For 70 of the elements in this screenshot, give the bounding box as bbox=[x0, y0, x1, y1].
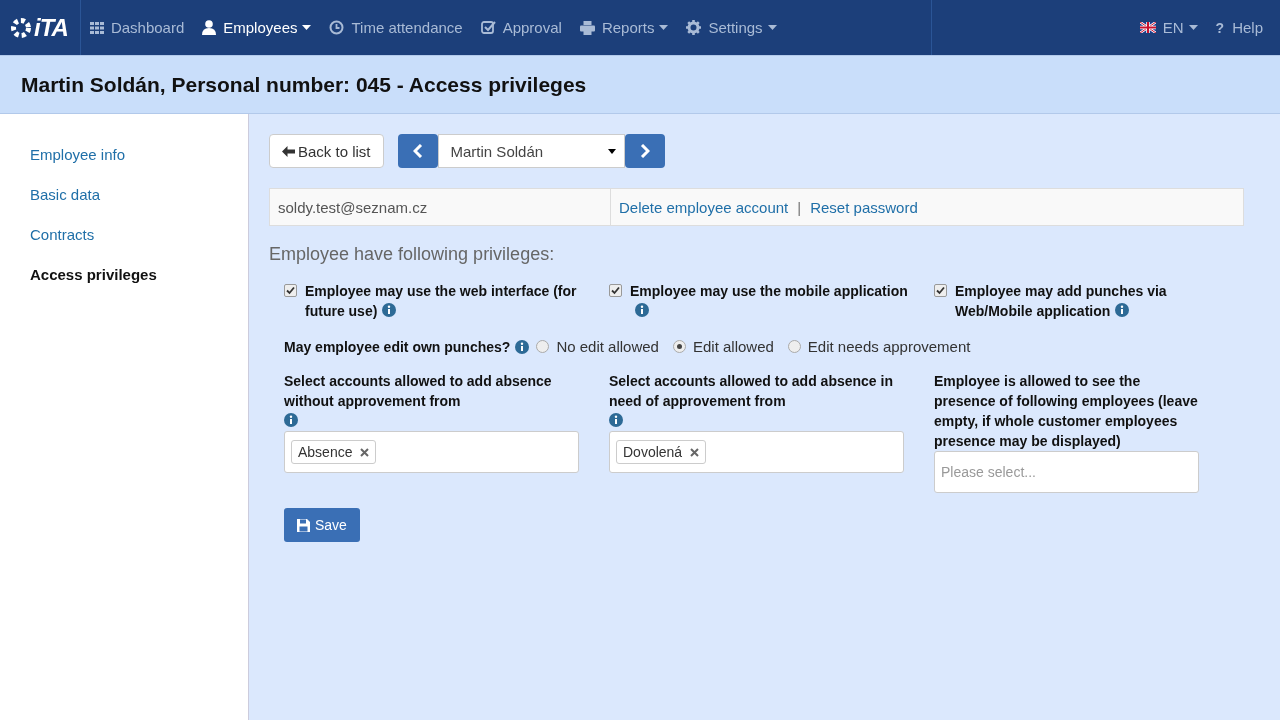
user-icon bbox=[202, 20, 217, 35]
radio-button[interactable] bbox=[536, 340, 550, 353]
nav-item[interactable]: Settings bbox=[677, 0, 786, 55]
page-title: Martin Soldán, Personal number: 045 - Access privileges bbox=[21, 72, 587, 97]
sidebar-item[interactable]: Access privileges bbox=[30, 266, 248, 283]
radio-label: No edit allowed bbox=[556, 338, 659, 355]
remove-icon[interactable] bbox=[360, 447, 370, 457]
placeholder-text: Please select... bbox=[941, 464, 1036, 480]
nav-item[interactable]: Time attendance bbox=[320, 0, 472, 55]
previous-button[interactable] bbox=[397, 134, 438, 168]
caret-icon bbox=[659, 25, 669, 30]
checkbox-label: Employee may use the mobile application bbox=[630, 281, 910, 321]
chevron-right-icon bbox=[639, 144, 650, 158]
field-label: Select accounts allowed to add absence in need of approvement from bbox=[609, 372, 894, 411]
link-separator: | bbox=[797, 198, 802, 216]
delete-account-link[interactable]: Delete employee account bbox=[619, 198, 789, 216]
settings-icon bbox=[686, 20, 702, 35]
chevron-left-icon bbox=[412, 144, 423, 158]
info-icon[interactable] bbox=[609, 413, 623, 427]
radio-button[interactable] bbox=[672, 340, 686, 353]
nav-item[interactable]: Reports bbox=[570, 0, 678, 55]
help-link[interactable]: ? Help bbox=[1206, 0, 1272, 55]
language-dropdown[interactable]: EN bbox=[1130, 0, 1207, 55]
flag-icon bbox=[1139, 22, 1156, 33]
checkbox-icon bbox=[480, 20, 496, 35]
help-icon: ? bbox=[1215, 19, 1225, 36]
radio-label: Edit needs approvement bbox=[807, 338, 971, 355]
field-label: Employee is allowed to see the presence of following employees (leave empty, if whole customer employees presence may be displayed) bbox=[934, 372, 1199, 451]
sidebar-item[interactable]: Contracts bbox=[30, 226, 248, 243]
info-icon[interactable] bbox=[635, 303, 649, 317]
info-icon[interactable] bbox=[1115, 303, 1130, 317]
nav-item[interactable]: Employees bbox=[193, 0, 321, 55]
email-text: soldy.test@seznam.cz bbox=[278, 198, 428, 216]
checkbox[interactable] bbox=[934, 284, 947, 297]
logo-ring-icon bbox=[10, 16, 32, 39]
clock-icon bbox=[329, 20, 345, 35]
back-button[interactable]: Back to list bbox=[269, 134, 384, 168]
grid-icon bbox=[89, 20, 104, 35]
save-button[interactable]: Save bbox=[284, 508, 360, 542]
radio-button[interactable] bbox=[787, 340, 801, 353]
checkbox-label: Employee may add punches via Web/Mobile application bbox=[955, 282, 1168, 321]
section-heading: Employee have following privileges: bbox=[269, 244, 555, 265]
nav-item[interactable]: Approval bbox=[471, 0, 571, 55]
question-label: May employee edit own punches? bbox=[284, 338, 511, 355]
info-icon[interactable] bbox=[382, 303, 397, 317]
printer-icon bbox=[579, 20, 595, 35]
multi-select-field[interactable]: Absence bbox=[284, 431, 579, 473]
caret-icon bbox=[607, 148, 616, 154]
checkbox[interactable] bbox=[284, 284, 297, 297]
caret-icon bbox=[302, 25, 312, 30]
info-icon[interactable] bbox=[515, 339, 530, 354]
next-button[interactable] bbox=[624, 134, 665, 168]
arrow-left-icon bbox=[282, 145, 295, 157]
info-icon[interactable] bbox=[284, 413, 298, 427]
multi-select-field[interactable]: Please select... bbox=[934, 451, 1199, 493]
sidebar-item[interactable]: Employee info bbox=[30, 146, 248, 163]
field-label: Select accounts allowed to add absence without approvement from bbox=[284, 372, 553, 411]
nav-item[interactable]: Dashboard bbox=[80, 0, 194, 55]
selected-tag: Absence bbox=[291, 440, 377, 464]
employee-dropdown[interactable]: Martin Soldán bbox=[437, 134, 625, 168]
checkbox-label: Employee may use the web interface (for future use) bbox=[305, 282, 578, 321]
radio-label: Edit allowed bbox=[692, 338, 774, 355]
selected-tag: Dovolená bbox=[616, 440, 707, 464]
sidebar-item[interactable]: Basic data bbox=[30, 186, 248, 203]
caret-icon bbox=[1188, 25, 1198, 30]
multi-select-field[interactable]: Dovolená bbox=[609, 431, 904, 473]
remove-icon[interactable] bbox=[690, 447, 700, 457]
reset-password-link[interactable]: Reset password bbox=[810, 198, 918, 216]
checkbox[interactable] bbox=[609, 284, 622, 297]
caret-icon bbox=[767, 25, 777, 30]
